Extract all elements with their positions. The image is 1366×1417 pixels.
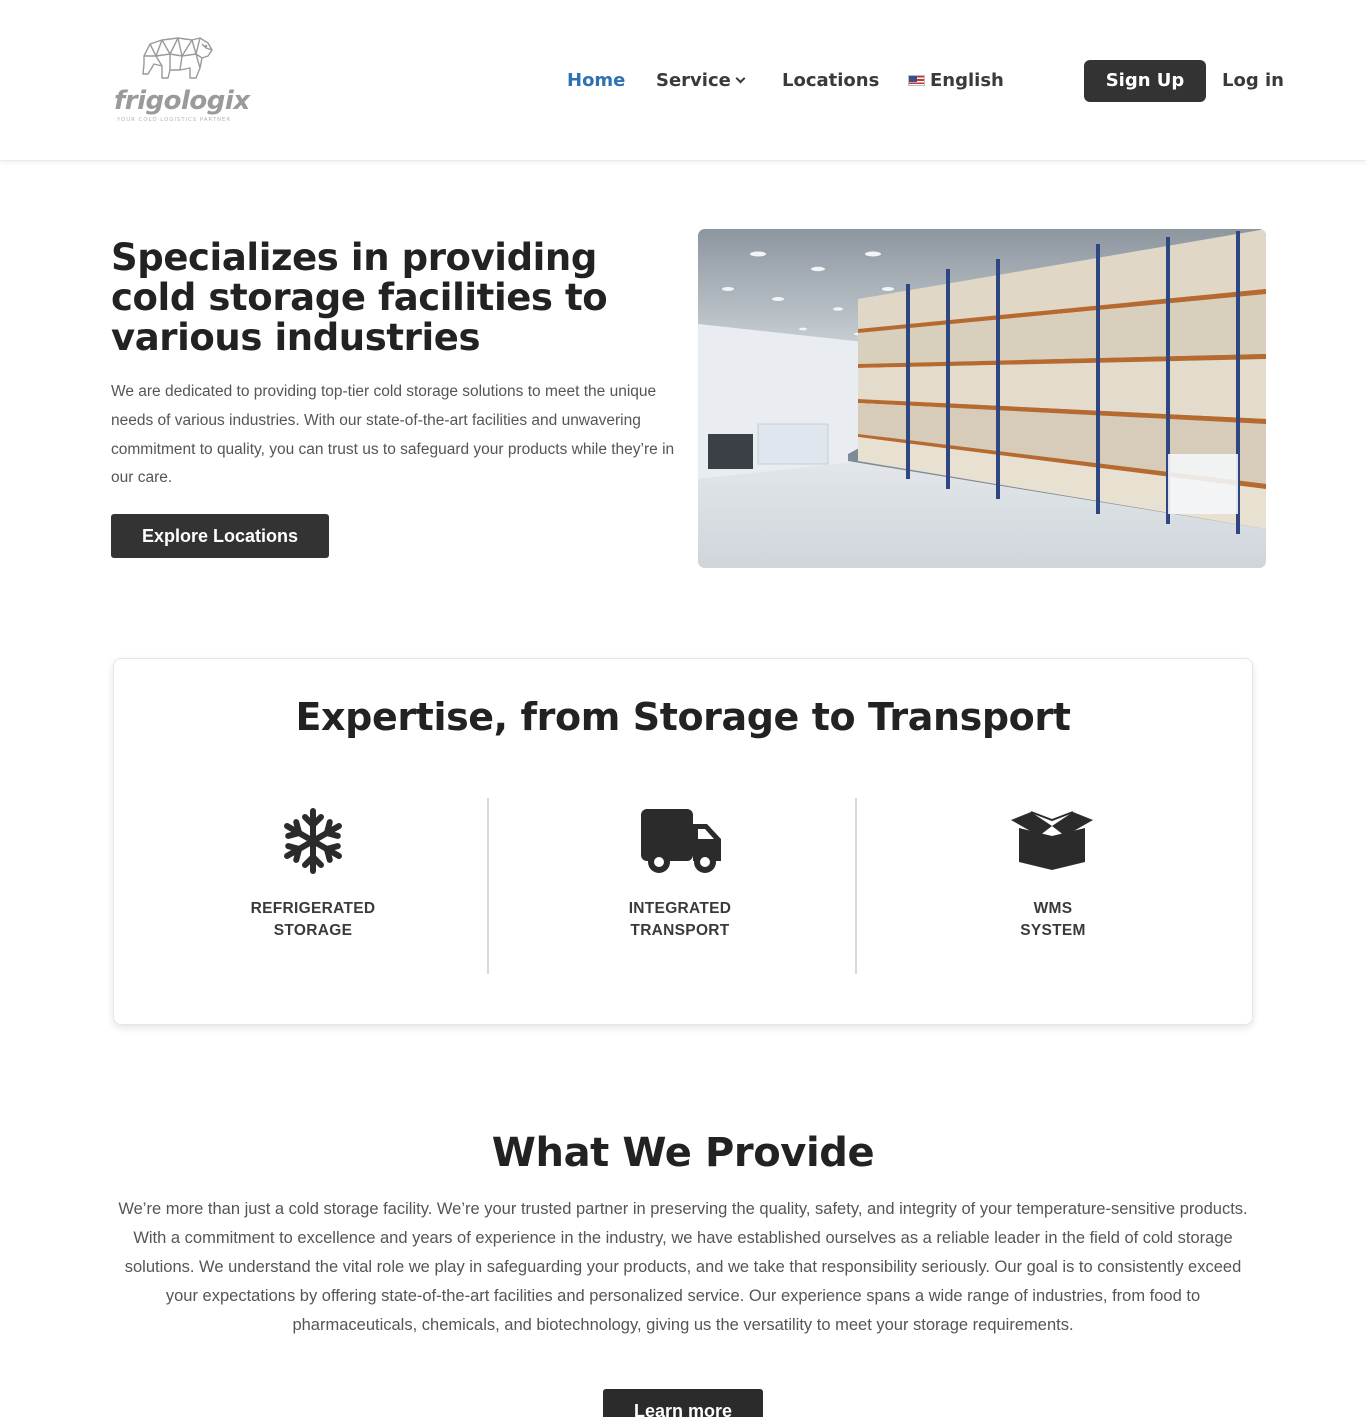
language-switcher[interactable]: English	[908, 66, 1004, 96]
warehouse-image	[698, 229, 1266, 568]
box-icon	[1009, 806, 1095, 876]
polar-bear-icon	[142, 37, 213, 79]
explore-locations-button[interactable]: Explore Locations	[111, 514, 329, 558]
hero-description: We are dedicated to providing top-tier c…	[111, 383, 675, 487]
provide-title: What We Provide	[491, 1130, 875, 1176]
feature-label-line1: WMS	[1033, 900, 1073, 917]
logo-wordmark: frigologix	[114, 86, 250, 116]
site-header: frigologix YOUR COLD LOGISTICS PARTNER H…	[0, 0, 1366, 161]
nav-locations[interactable]: Locations	[782, 66, 879, 96]
feature-integrated-transport: INTEGRATED TRANSPORT	[570, 898, 790, 942]
feature-label-line1: INTEGRATED	[628, 900, 732, 917]
feature-refrigerated-storage: REFRIGERATED STORAGE	[203, 898, 423, 942]
snowflake-icon	[270, 806, 356, 876]
log-in-link[interactable]: Log in	[1222, 66, 1284, 96]
learn-more-button[interactable]: Learn more	[603, 1389, 763, 1417]
feature-label-line1: REFRIGERATED	[250, 900, 376, 917]
logo[interactable]: frigologix YOUR COLD LOGISTICS PARTNER	[112, 34, 250, 128]
us-flag-icon	[908, 75, 925, 86]
feature-label-line2: TRANSPORT	[630, 922, 730, 939]
feature-divider	[855, 798, 857, 974]
truck-icon	[639, 806, 725, 876]
feature-divider	[487, 798, 489, 974]
nav-service-label: Service	[656, 70, 731, 91]
logo-tagline: YOUR COLD LOGISTICS PARTNER	[117, 117, 232, 123]
feature-label-line2: STORAGE	[273, 922, 353, 939]
nav-service[interactable]: Service	[656, 66, 746, 96]
expertise-title: Expertise, from Storage to Transport	[295, 695, 1071, 739]
provide-description: We’re more than just a cold storage faci…	[118, 1200, 1248, 1334]
chevron-down-icon	[735, 73, 746, 84]
sign-up-button[interactable]: Sign Up	[1084, 60, 1206, 102]
nav-home[interactable]: Home	[567, 66, 625, 96]
language-label: English	[930, 70, 1004, 91]
feature-label-line2: SYSTEM	[1020, 922, 1086, 939]
hero-title: Specializes in providing cold storage fa…	[111, 236, 608, 359]
feature-wms-system: WMS SYSTEM	[943, 898, 1163, 942]
